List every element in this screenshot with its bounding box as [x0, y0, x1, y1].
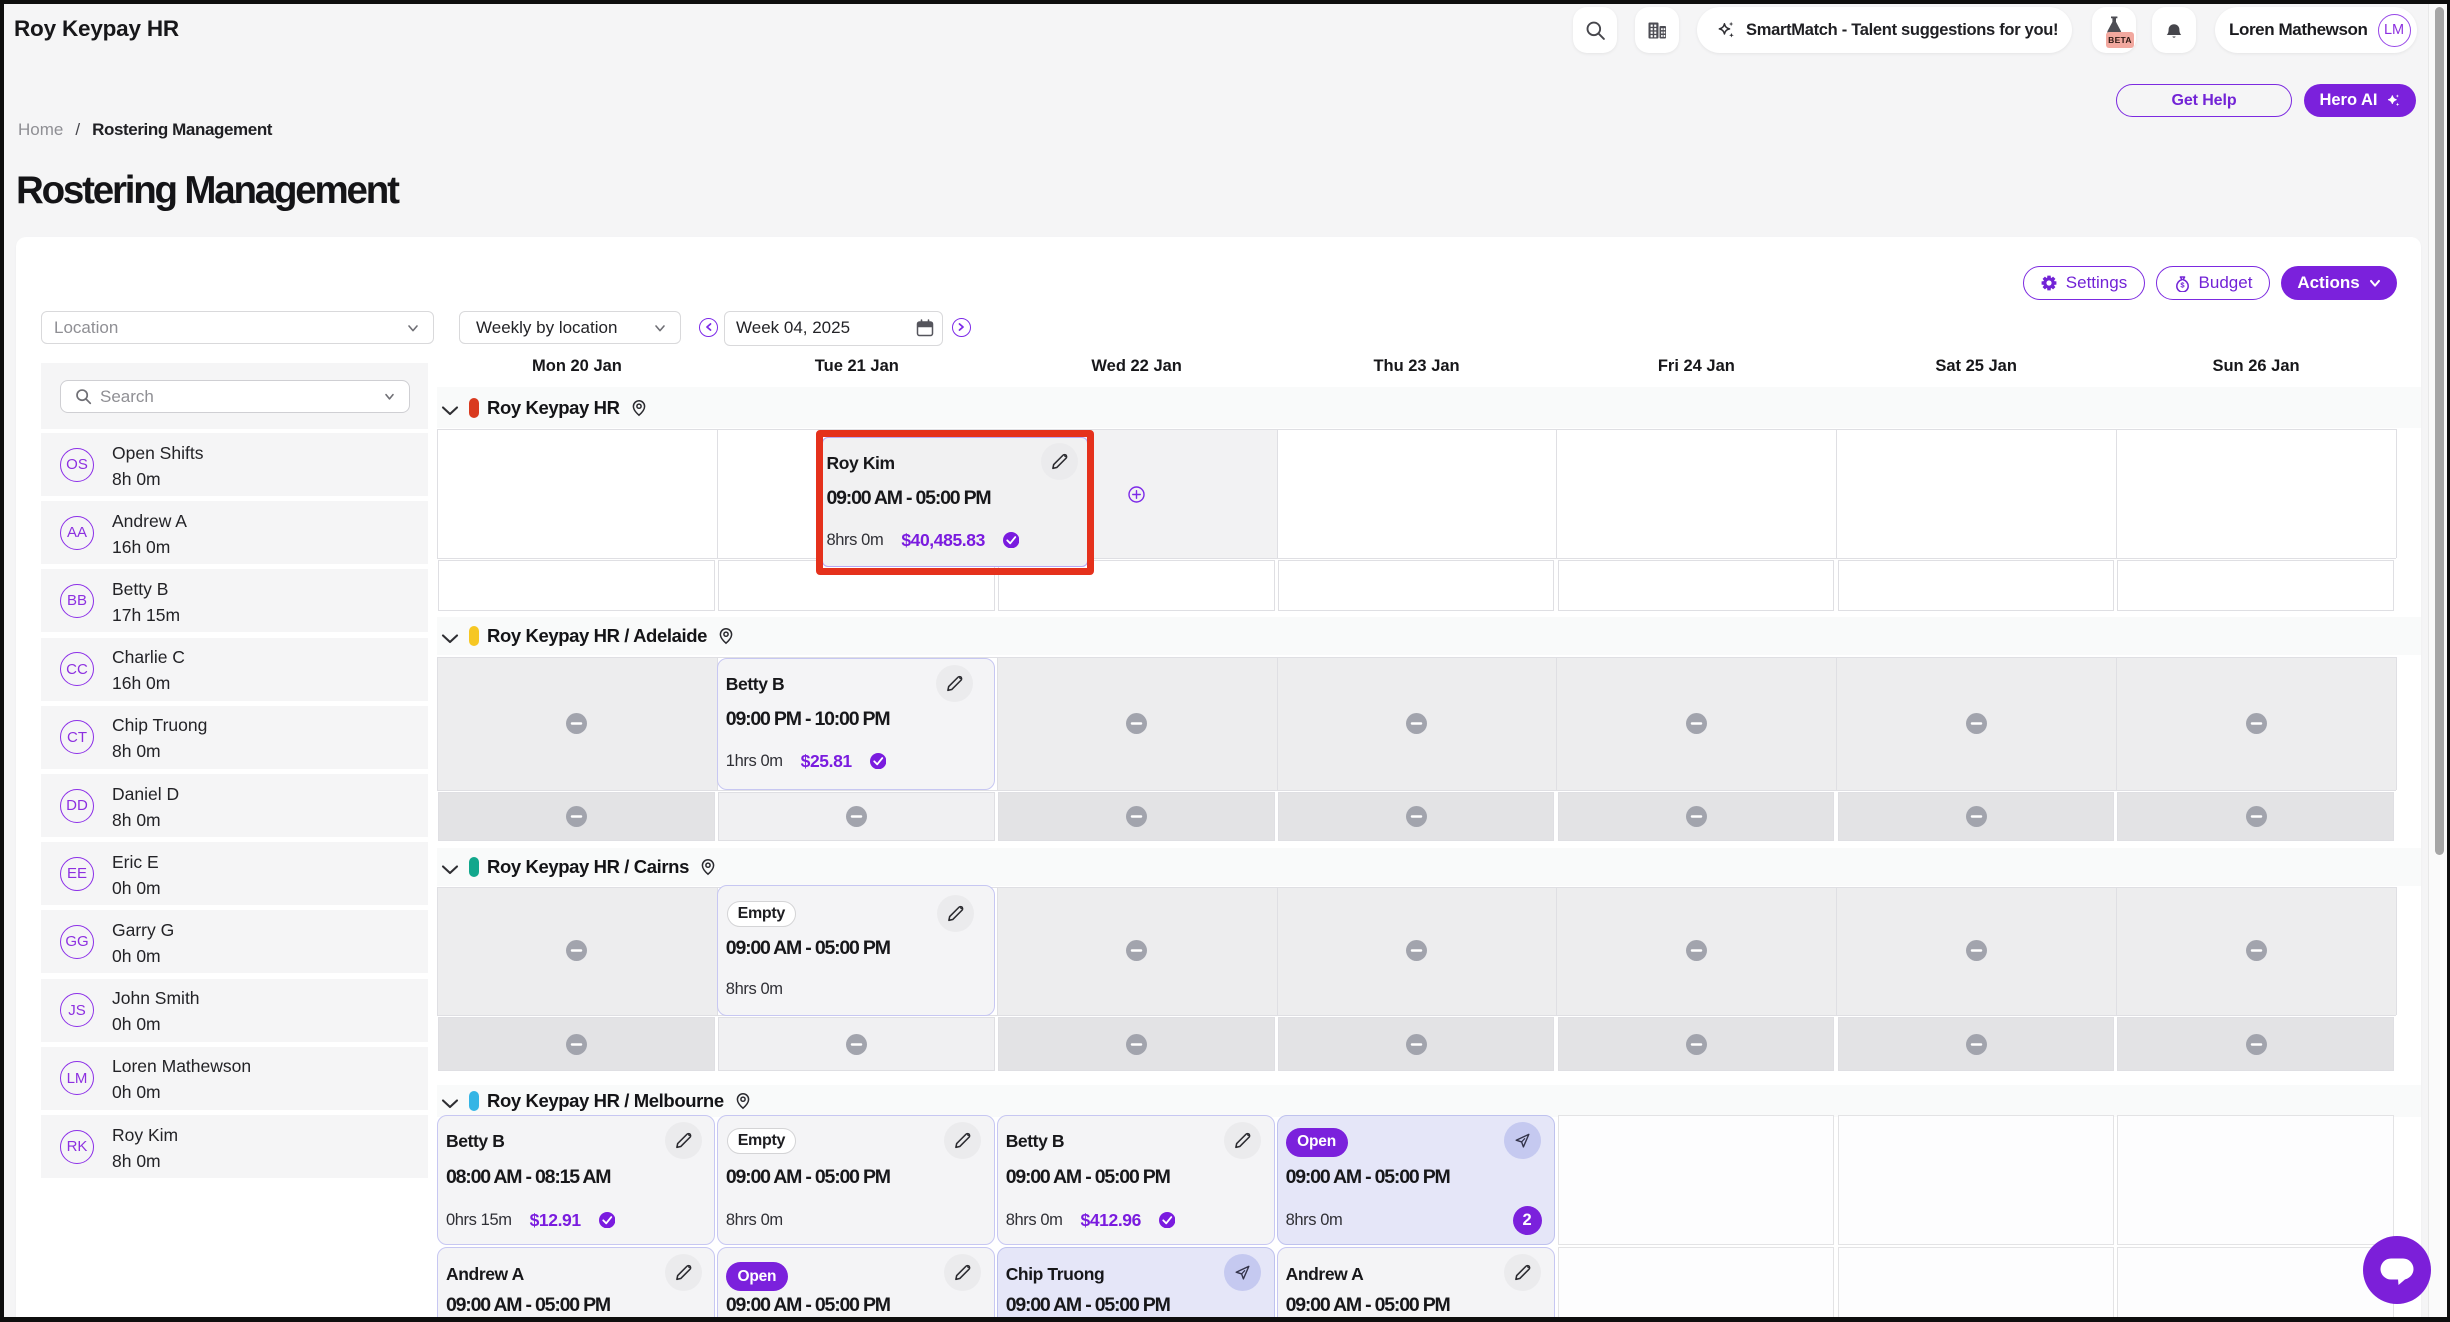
svg-text:$: $ [2180, 280, 2185, 289]
